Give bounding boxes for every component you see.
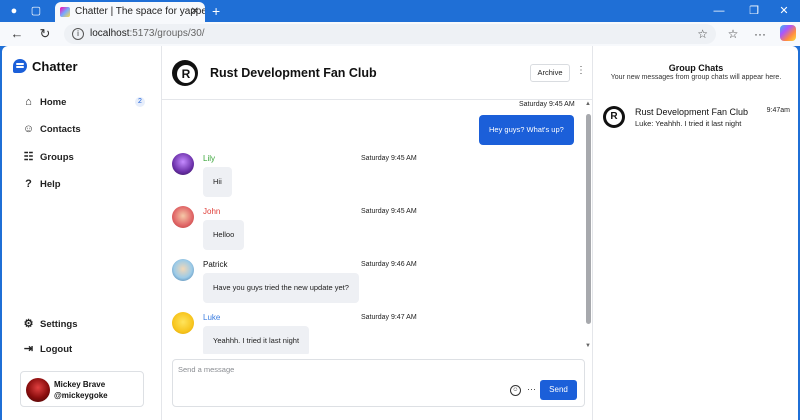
sidebar-item-label: Help — [40, 178, 61, 190]
message-sender: Luke — [203, 313, 221, 322]
gear-icon: ⚙ — [23, 317, 34, 330]
new-tab-button[interactable]: + — [212, 3, 220, 19]
browser-tab-active[interactable]: Chatter | The space for yappers ✕ — [55, 2, 205, 22]
minimize-icon[interactable]: — — [708, 2, 730, 20]
window-close-icon[interactable]: ✕ — [773, 2, 795, 20]
avatar — [172, 206, 194, 228]
groups-icon: ☷ — [23, 150, 34, 163]
profile-icon[interactable]: ● — [6, 3, 22, 19]
archive-button[interactable]: Archive — [530, 64, 570, 82]
favorites-icon[interactable]: ☆ — [724, 25, 742, 43]
group-avatar: R — [172, 60, 198, 86]
tab-actions-icon[interactable]: ▢ — [28, 3, 44, 19]
close-tab-icon[interactable]: ✕ — [191, 2, 199, 22]
user-handle: @mickeygoke — [54, 391, 108, 400]
back-icon[interactable]: ← — [8, 25, 26, 43]
rust-logo-icon: R — [606, 109, 622, 125]
avatar — [172, 259, 194, 281]
scroll-down-icon[interactable]: ▼ — [585, 343, 591, 349]
sidebar-item-home[interactable]: ⌂ Home 2 — [22, 94, 147, 110]
user-profile-card[interactable]: Mickey Brave @mickeygoke — [20, 371, 144, 407]
message-bubble: Hii — [203, 167, 232, 197]
more-options-icon[interactable]: ··· — [527, 384, 536, 394]
sidebar-item-settings[interactable]: ⚙ Settings — [22, 316, 147, 332]
scroll-up-icon[interactable]: ▲ — [585, 101, 591, 107]
url-host: localhost — [90, 28, 130, 39]
message-timestamp: Saturday 9:45 AM — [361, 155, 417, 162]
address-bar[interactable]: i localhost:5173/groups/30/ ☆ — [64, 24, 716, 44]
sidebar-item-groups[interactable]: ☷ Groups — [22, 149, 147, 165]
more-menu-icon[interactable]: ··· — [751, 25, 769, 43]
group-chats-panel: Group Chats Your new messages from group… — [594, 46, 798, 420]
sidebar-item-label: Logout — [40, 343, 73, 355]
sidebar-item-logout[interactable]: ⇥ Logout — [22, 341, 147, 357]
message-composer[interactable]: Send a message ☺ ··· Send — [172, 359, 585, 407]
kebab-menu-icon[interactable]: ⋮ — [576, 64, 586, 78]
favorite-star-icon[interactable]: ☆ — [697, 24, 708, 44]
chatter-app: Chatter ⌂ Home 2 ☺ Contacts ☷ Groups ? H… — [2, 46, 798, 420]
chat-title: Rust Development Fan Club — [210, 66, 377, 80]
user-name: Mickey Brave — [54, 380, 106, 389]
message-sender: Lily — [203, 154, 216, 163]
site-info-icon[interactable]: i — [72, 28, 84, 40]
message-scrollbar[interactable]: ▲ ▼ — [584, 100, 592, 352]
group-chat-item[interactable]: R Rust Development Fan Club 9:47am Luke:… — [598, 100, 794, 132]
group-name: Rust Development Fan Club — [635, 107, 749, 117]
avatar — [26, 378, 50, 402]
avatar — [172, 312, 194, 334]
message-bubble: Yeahhh. I tried it last night — [203, 326, 310, 354]
message-list: Saturday 9:45 AM Hey guys? What's up? Li… — [162, 100, 593, 354]
sidebar-item-label: Groups — [40, 151, 74, 163]
contacts-icon: ☺ — [22, 122, 35, 135]
message-input[interactable]: Send a message — [178, 365, 234, 374]
message-bubble: Have you guys tried the new update yet? — [203, 273, 359, 303]
avatar — [172, 153, 194, 175]
send-button[interactable]: Send — [540, 380, 577, 400]
message-timestamp: Saturday 9:46 AM — [361, 261, 417, 268]
emoji-icon[interactable]: ☺ — [510, 385, 521, 396]
message-bubble-mine: Hey guys? What's up? — [479, 115, 574, 145]
panel-subtitle: Your new messages from group chats will … — [610, 74, 782, 81]
restore-icon[interactable]: ❐ — [743, 2, 765, 20]
panel-title: Group Chats — [668, 63, 724, 73]
chatter-logo-icon — [13, 59, 27, 73]
chat-header: R Rust Development Fan Club Archive ⋮ — [162, 46, 593, 100]
message-timestamp: Saturday 9:45 AM — [519, 101, 575, 108]
help-icon: ? — [25, 177, 32, 190]
sidebar-item-label: Contacts — [40, 123, 81, 135]
sidebar-item-help[interactable]: ? Help — [22, 176, 147, 192]
group-avatar: R — [603, 106, 625, 128]
last-sender: Luke: — [635, 119, 654, 128]
message-sender: John — [203, 207, 221, 216]
message-sender: Patrick — [203, 260, 228, 269]
message-timestamp: Saturday 9:47 AM — [361, 314, 417, 321]
message-timestamp: Saturday 9:45 AM — [361, 208, 417, 215]
home-icon: ⌂ — [25, 95, 32, 108]
tab-title: Chatter | The space for yappers — [75, 6, 205, 17]
copilot-icon[interactable] — [780, 25, 796, 41]
logout-icon: ⇥ — [23, 342, 34, 355]
browser-toolbar: ← ↻ i localhost:5173/groups/30/ ☆ ☆ ··· — [0, 22, 800, 46]
rust-logo-icon: R — [177, 65, 195, 83]
sidebar-item-contacts[interactable]: ☺ Contacts — [22, 121, 147, 137]
sidebar-item-label: Home — [40, 96, 67, 108]
url-path: :5173/groups/30/ — [129, 28, 205, 39]
site-favicon-icon — [60, 7, 70, 17]
message-bubble: Helloo — [203, 220, 245, 250]
brand-name: Chatter — [32, 58, 78, 74]
scrollbar-thumb[interactable] — [586, 114, 591, 324]
sidebar-item-label: Settings — [40, 318, 78, 330]
brand: Chatter — [13, 58, 78, 74]
refresh-icon[interactable]: ↻ — [36, 25, 54, 43]
group-last-time: 9:47am — [766, 107, 790, 114]
unread-badge: 2 — [135, 97, 145, 107]
browser-tab-strip: ● ▢ Chatter | The space for yappers ✕ + … — [0, 0, 800, 22]
chat-panel: R Rust Development Fan Club Archive ⋮ Sa… — [162, 46, 593, 420]
last-text: Yeahhh. I tried it last night — [653, 119, 742, 128]
sidebar: Chatter ⌂ Home 2 ☺ Contacts ☷ Groups ? H… — [2, 46, 162, 420]
group-last-message: Luke: Yeahhh. I tried it last night — [635, 119, 741, 128]
